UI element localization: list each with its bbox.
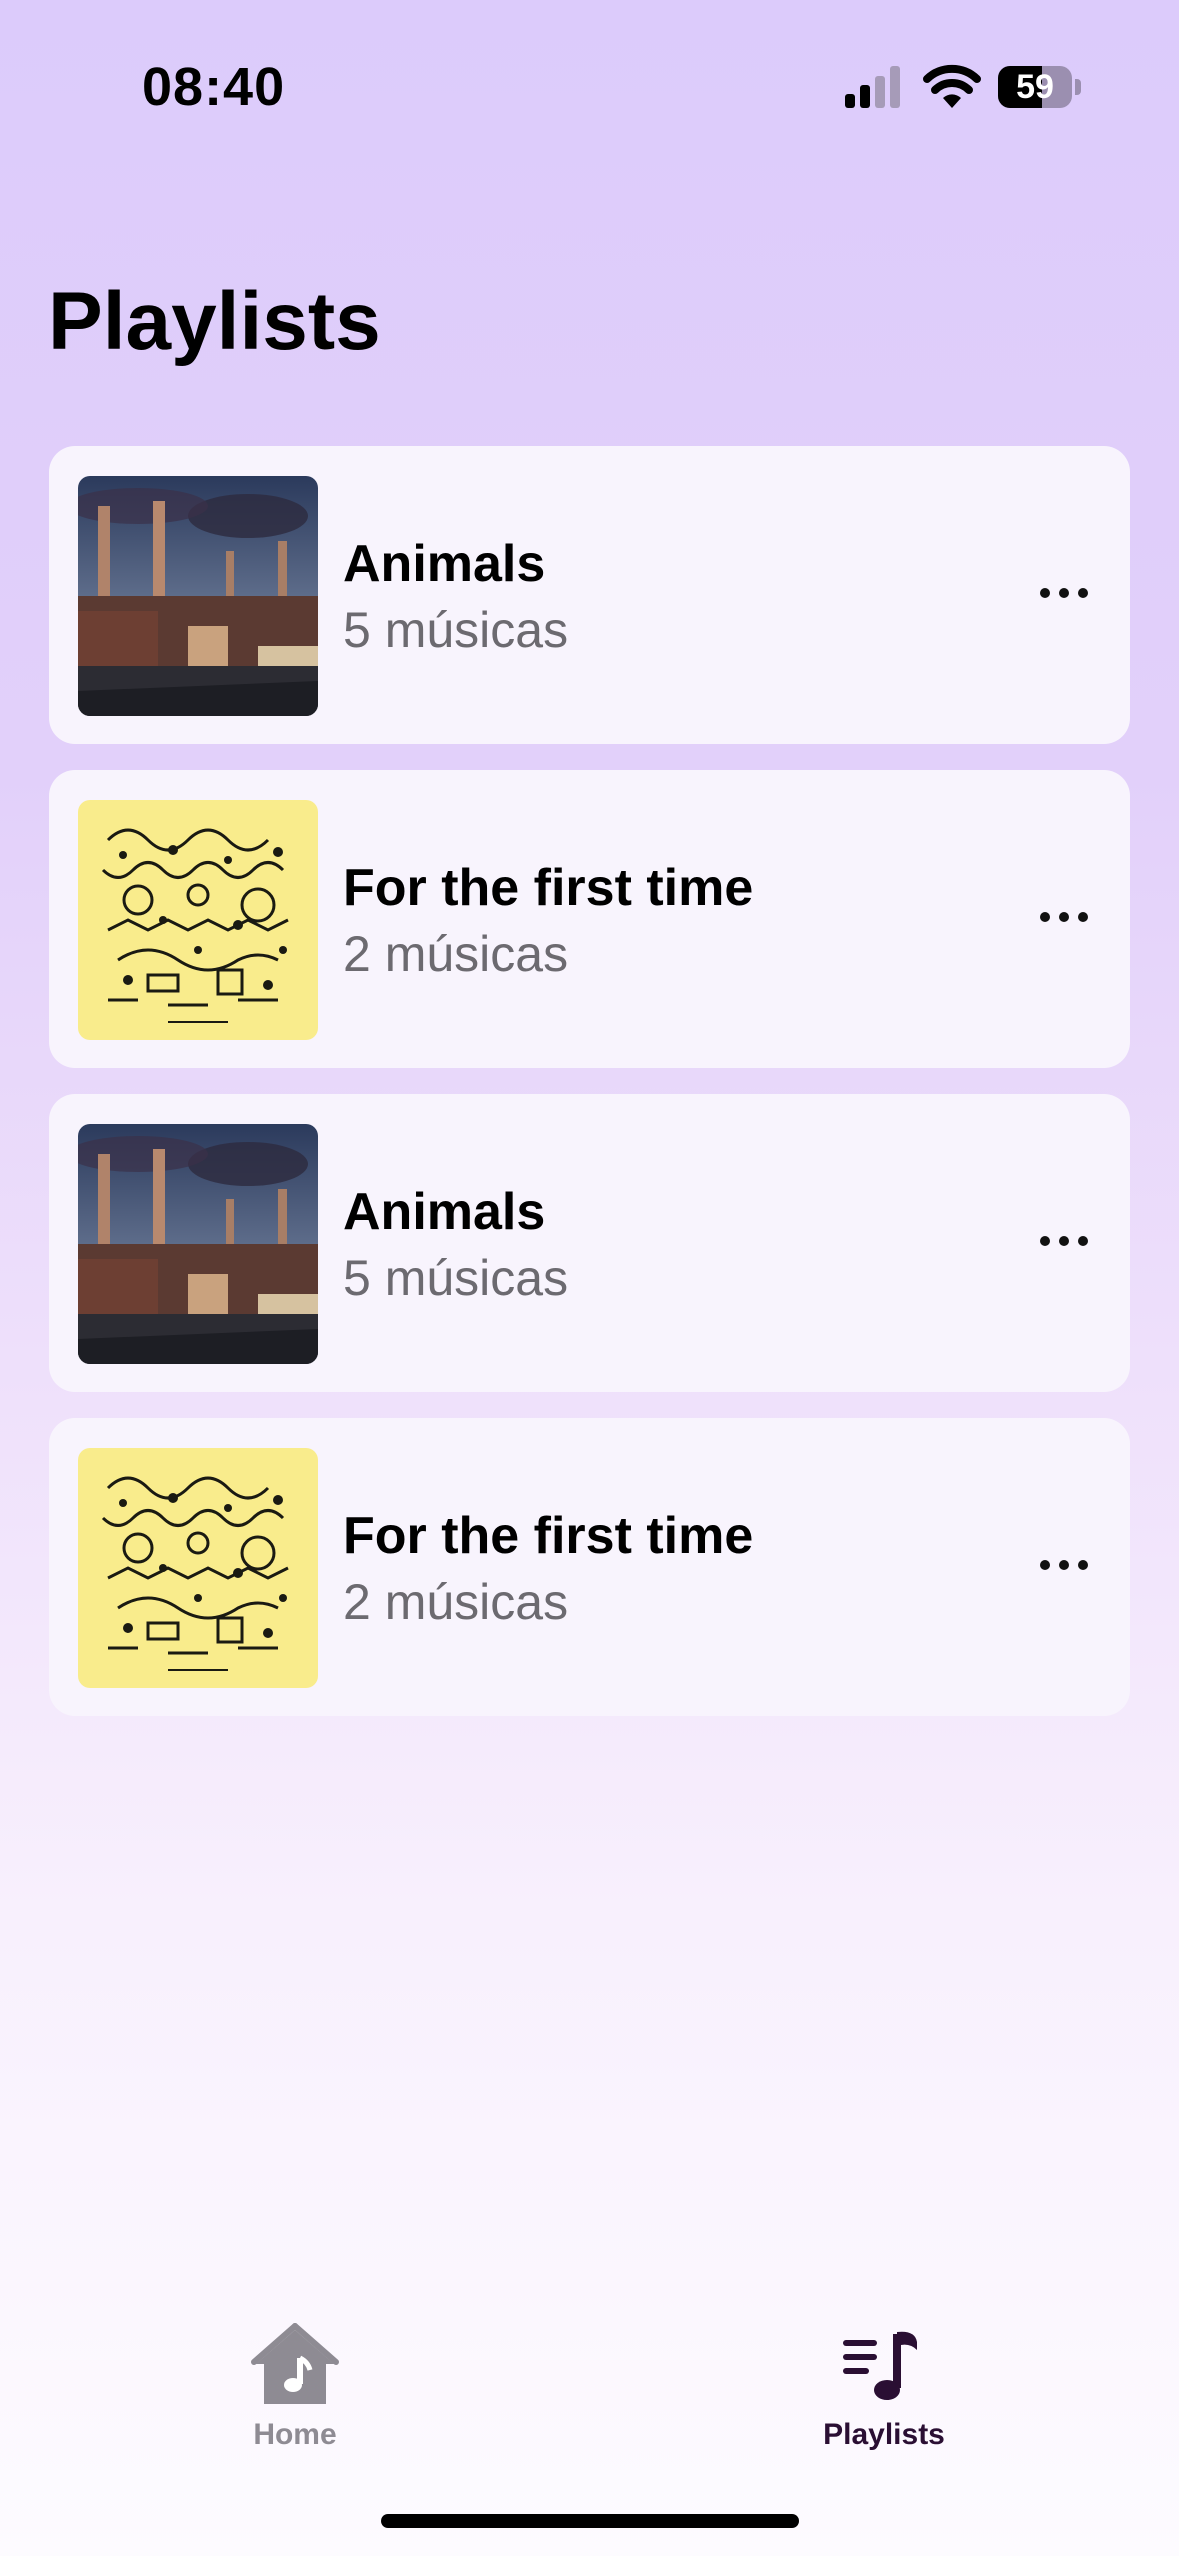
tab-label: Home xyxy=(253,2418,337,2451)
playlist-list: Animals 5 músicas For the first time 2 m… xyxy=(49,446,1130,1742)
animals-cover xyxy=(78,476,318,716)
tab-home[interactable]: Home xyxy=(145,2310,445,2460)
status-bar: 08:40 59 xyxy=(0,0,1179,175)
tab-label: Playlists xyxy=(823,2418,945,2451)
playlist-song-count: 5 músicas xyxy=(343,602,569,658)
cellular-signal-icon xyxy=(845,66,900,108)
home-music-icon xyxy=(251,2323,339,2404)
tab-bar: Home Playlists xyxy=(0,2310,1179,2490)
ellipsis-icon[interactable] xyxy=(1024,1216,1104,1266)
playlist-title: For the first time xyxy=(343,1507,754,1565)
playlist-music-icon xyxy=(843,2331,917,2400)
battery-level: 59 xyxy=(1016,68,1054,106)
battery-icon: 59 xyxy=(998,66,1082,108)
ellipsis-icon[interactable] xyxy=(1024,892,1104,942)
playlist-song-count: 5 músicas xyxy=(343,1250,569,1306)
ellipsis-icon[interactable] xyxy=(1024,1540,1104,1590)
home-indicator[interactable] xyxy=(381,2514,799,2528)
tab-playlists[interactable]: Playlists xyxy=(734,2310,1034,2460)
for-the-first-time-cover xyxy=(78,1448,318,1688)
playlist-card[interactable]: Animals 5 músicas xyxy=(49,1094,1130,1392)
playlist-card[interactable]: For the first time 2 músicas xyxy=(49,770,1130,1068)
wifi-icon xyxy=(923,64,981,108)
animals-cover xyxy=(78,1124,318,1364)
playlist-title: For the first time xyxy=(343,859,754,917)
playlist-card[interactable]: Animals 5 músicas xyxy=(49,446,1130,744)
playlist-card[interactable]: For the first time 2 músicas xyxy=(49,1418,1130,1716)
for-the-first-time-cover xyxy=(78,800,318,1040)
playlist-song-count: 2 músicas xyxy=(343,1574,569,1630)
playlist-title: Animals xyxy=(343,535,546,593)
page-title: Playlists xyxy=(48,276,381,367)
playlist-song-count: 2 músicas xyxy=(343,926,569,982)
playlist-title: Animals xyxy=(343,1183,546,1241)
status-time: 08:40 xyxy=(142,57,286,117)
ellipsis-icon[interactable] xyxy=(1024,568,1104,618)
